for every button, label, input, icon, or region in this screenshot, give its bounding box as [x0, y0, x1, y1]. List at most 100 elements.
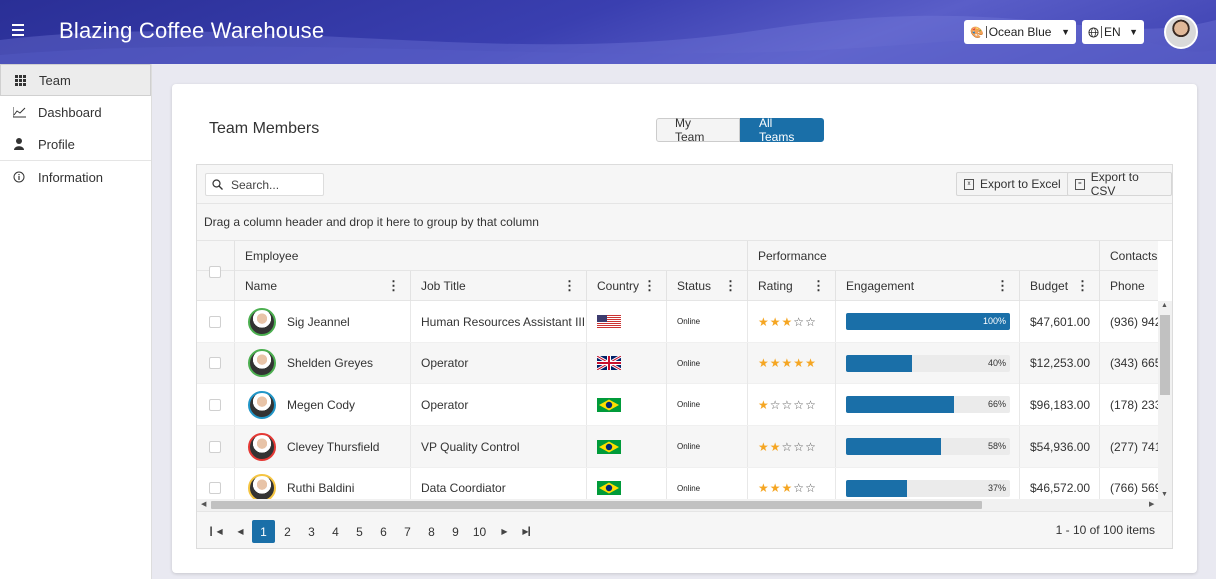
menu-toggle-icon[interactable]: [12, 24, 24, 36]
star-empty-icon: ☆: [793, 397, 806, 412]
column-menu-icon[interactable]: ⋮: [996, 279, 1009, 292]
rating-cell[interactable]: ★★★☆☆: [747, 301, 835, 342]
prev-page-icon[interactable]: ◀: [229, 520, 252, 543]
column-header-rating[interactable]: Rating ⋮: [747, 271, 835, 301]
scrollbar-thumb[interactable]: [211, 501, 982, 509]
page-button[interactable]: 9: [444, 520, 467, 543]
scroll-up-icon[interactable]: ▲: [1161, 302, 1168, 309]
country-flag-icon: [586, 426, 666, 468]
user-avatar[interactable]: [1164, 15, 1198, 49]
employee-name: Clevey Thursfield: [287, 439, 380, 454]
rating-cell[interactable]: ★★★★★: [747, 342, 835, 384]
star-filled-icon: ★: [769, 356, 782, 371]
column-menu-icon[interactable]: ⋮: [387, 279, 400, 292]
scroll-down-icon[interactable]: ▼: [1161, 491, 1168, 498]
column-header-country[interactable]: Country ⋮: [586, 271, 666, 301]
horizontal-scrollbar[interactable]: ◀ ▶: [197, 499, 1172, 511]
select-all-checkbox[interactable]: [197, 257, 234, 287]
rating-cell[interactable]: ★★★☆☆: [747, 467, 835, 499]
page-button[interactable]: 8: [420, 520, 443, 543]
column-menu-icon[interactable]: ⋮: [1076, 279, 1089, 292]
scroll-right-icon[interactable]: ▶: [1149, 500, 1154, 508]
column-header-job-title[interactable]: Job Title ⋮: [410, 271, 586, 301]
column-header-name[interactable]: Name ⋮: [234, 271, 410, 301]
page-button[interactable]: 2: [276, 520, 299, 543]
table-row[interactable]: Clevey Thursfield VP Quality Control Onlin…: [197, 426, 1158, 468]
star-empty-icon: ☆: [805, 314, 817, 329]
page-button[interactable]: 1: [252, 520, 275, 543]
group-panel[interactable]: Drag a column header and drop it here to…: [197, 204, 1172, 241]
star-empty-icon: ☆: [781, 397, 794, 412]
row-select-checkbox[interactable]: [197, 384, 234, 425]
status-badge: Online: [677, 400, 701, 410]
contacts-group-header[interactable]: Contacts: [1099, 241, 1158, 271]
last-page-icon[interactable]: ▶▎: [517, 520, 540, 543]
job-title-cell: VP Quality Control: [410, 426, 586, 468]
column-menu-icon[interactable]: ⋮: [812, 279, 825, 292]
employee-cell: Clevey Thursfield: [234, 426, 410, 468]
rating-stars[interactable]: ★★★★★: [758, 356, 817, 370]
sidebar-item-dashboard[interactable]: Dashboard: [0, 96, 151, 128]
sidebar-item-team[interactable]: Team: [0, 64, 151, 96]
first-page-icon[interactable]: ▎◀: [205, 520, 228, 543]
page-button[interactable]: 10: [468, 520, 491, 543]
page-button[interactable]: 7: [396, 520, 419, 543]
column-menu-icon[interactable]: ⋮: [563, 279, 576, 292]
status-cell: Online: [666, 384, 747, 426]
export-csv-button[interactable]: = Export to CSV: [1067, 170, 1172, 198]
engagement-bar: 66%: [846, 396, 1010, 414]
employee-group-header[interactable]: Employee: [234, 241, 747, 271]
table-row[interactable]: Sig Jeannel Human Resources Assistant III…: [197, 301, 1158, 343]
user-icon: [12, 138, 26, 150]
rating-stars[interactable]: ★★★☆☆: [758, 315, 817, 329]
column-label: Engagement: [846, 279, 915, 293]
palette-icon: 🎨: [970, 26, 984, 39]
all-teams-button[interactable]: All Teams: [740, 116, 824, 144]
rating-cell[interactable]: ★☆☆☆☆: [747, 384, 835, 426]
row-select-checkbox[interactable]: [197, 468, 234, 499]
employee-cell: Ruthi Baldini: [234, 467, 410, 499]
column-header-phone[interactable]: Phone: [1099, 271, 1158, 301]
column-header-status[interactable]: Status ⋮: [666, 271, 747, 301]
theme-value: Ocean Blue: [988, 25, 1052, 39]
next-page-icon[interactable]: ▶: [493, 520, 516, 543]
job-title-cell: Operator: [410, 384, 586, 426]
rating-stars[interactable]: ★★★☆☆: [758, 481, 817, 495]
export-csv-label: Export to CSV: [1090, 170, 1139, 198]
table-row[interactable]: Ruthi Baldini Data Coordiator Online ★★★☆☆ 3…: [197, 467, 1158, 499]
search-input[interactable]: [231, 177, 311, 192]
table-row[interactable]: Shelden Greyes Operator Online ★★★★★ 40% $12,…: [197, 342, 1158, 385]
export-excel-button[interactable]: x Export to Excel: [956, 172, 1069, 196]
performance-group-header[interactable]: Performance: [747, 241, 1099, 271]
column-header-budget[interactable]: Budget ⋮: [1019, 271, 1099, 301]
page-button[interactable]: 3: [300, 520, 323, 543]
rating-stars[interactable]: ★☆☆☆☆: [758, 398, 817, 412]
theme-selector[interactable]: 🎨 Ocean Blue ▼: [964, 20, 1076, 44]
scroll-left-icon[interactable]: ◀: [201, 500, 206, 508]
table-row[interactable]: Megen Cody Operator Online ★☆☆☆☆ 66% $96,183.…: [197, 384, 1158, 427]
column-menu-icon[interactable]: ⋮: [724, 279, 737, 292]
row-select-checkbox[interactable]: [197, 301, 234, 342]
job-title-cell: Human Resources Assistant III: [410, 301, 586, 342]
scrollbar-thumb[interactable]: [1160, 315, 1170, 395]
page-button[interactable]: 6: [372, 520, 395, 543]
row-select-checkbox[interactable]: [197, 343, 234, 384]
search-box[interactable]: [205, 173, 324, 196]
sidebar-item-information[interactable]: Information: [0, 161, 151, 193]
budget-cell: $54,936.00: [1019, 426, 1099, 468]
engagement-cell: 58%: [835, 426, 1019, 468]
column-label: Country: [597, 279, 640, 293]
language-selector[interactable]: EN ▼: [1082, 20, 1144, 44]
row-select-checkbox[interactable]: [197, 426, 234, 467]
rating-cell[interactable]: ★★☆☆☆: [747, 426, 835, 468]
column-menu-icon[interactable]: ⋮: [643, 279, 656, 292]
column-header-engagement[interactable]: Engagement ⋮: [835, 271, 1019, 301]
vertical-scrollbar[interactable]: ▲ ▼: [1158, 301, 1172, 499]
page-button[interactable]: 5: [348, 520, 371, 543]
star-empty-icon: ☆: [769, 397, 782, 412]
rating-stars[interactable]: ★★☆☆☆: [758, 440, 817, 454]
page-button[interactable]: 4: [324, 520, 347, 543]
my-team-button[interactable]: My Team: [656, 116, 740, 144]
sidebar-item-profile[interactable]: Profile: [0, 128, 151, 160]
phone-cell: (343) 6656271: [1099, 342, 1158, 384]
